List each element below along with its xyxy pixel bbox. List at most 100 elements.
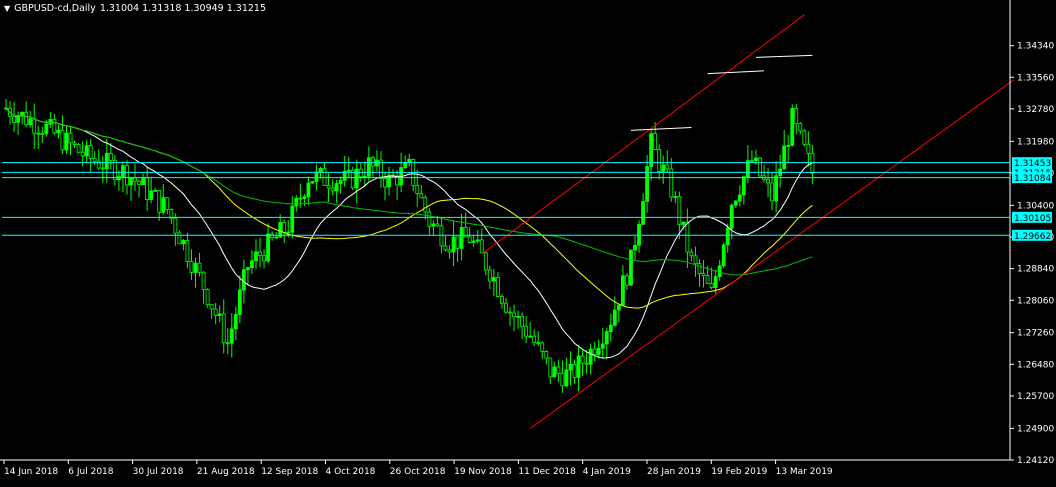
- candle-body: [181, 240, 186, 245]
- candle-body: [112, 160, 117, 181]
- x-tick-label: 14 Jun 2018: [4, 467, 58, 477]
- candle-body: [165, 197, 170, 210]
- candle-body: [24, 111, 29, 126]
- y-tick-label: 1.30400: [1017, 201, 1054, 211]
- candle-body: [419, 193, 424, 199]
- candle-body: [246, 267, 250, 271]
- candle-body: [306, 182, 311, 198]
- candle-body: [322, 168, 327, 186]
- y-tick-label: 1.33560: [1017, 73, 1054, 83]
- candle-body: [266, 233, 270, 262]
- candle-body: [403, 162, 408, 168]
- candle-body: [729, 204, 734, 229]
- candle-body: [350, 169, 355, 189]
- candle-body: [32, 118, 37, 134]
- candle-body: [76, 144, 81, 153]
- candle-body: [286, 231, 291, 234]
- candle-body: [72, 142, 77, 145]
- candle-body: [564, 369, 569, 387]
- candle-body: [427, 211, 432, 227]
- candle-body: [733, 200, 738, 206]
- candle-body: [447, 249, 452, 253]
- candle-body: [504, 302, 508, 313]
- candle-body: [68, 132, 73, 144]
- candle-body: [366, 157, 371, 177]
- candle-body: [451, 236, 456, 253]
- y-tick-label: 1.27260: [1017, 329, 1054, 339]
- candle-body: [459, 226, 464, 249]
- candle-body: [358, 168, 363, 178]
- y-tick-label: 1.31980: [1017, 137, 1054, 147]
- candle-body: [40, 133, 45, 135]
- candle-body: [213, 308, 218, 316]
- candle-body: [741, 176, 746, 196]
- candle-body: [209, 304, 214, 310]
- candle-body: [552, 366, 557, 378]
- candle-body: [149, 190, 154, 200]
- candle-body: [487, 269, 492, 282]
- price-chart[interactable]: 1.343401.335601.327801.319801.312001.304…: [0, 0, 1056, 483]
- chart-background: [0, 0, 1056, 483]
- x-tick-label: 26 Oct 2018: [390, 467, 446, 477]
- candle-body: [802, 130, 807, 145]
- chart-menu-icon[interactable]: ▼: [4, 3, 10, 15]
- x-tick-label: 28 Jan 2019: [647, 467, 701, 477]
- candle-body: [512, 312, 516, 318]
- candle-body: [141, 177, 145, 186]
- candle-body: [92, 158, 97, 162]
- x-tick-label: 19 Feb 2019: [711, 467, 767, 477]
- candle-body: [423, 197, 428, 213]
- ohlc-readout: 1.31004 1.31318 1.30949 1.31215: [99, 3, 267, 14]
- candle-body: [629, 249, 633, 286]
- y-tick-label: 1.28840: [1017, 265, 1054, 275]
- candle-body: [709, 283, 714, 288]
- candle-body: [221, 313, 226, 344]
- candle-body: [310, 181, 315, 184]
- y-tick-label: 1.24900: [1017, 424, 1054, 434]
- candle-body: [439, 225, 444, 247]
- candle-body: [600, 343, 605, 349]
- candle-body: [137, 180, 141, 186]
- candle-body: [560, 372, 565, 387]
- candle-body: [294, 197, 299, 207]
- candle-body: [173, 217, 178, 234]
- chart-area[interactable]: 1.343401.335601.327801.319801.312001.304…: [0, 0, 1056, 483]
- candle-body: [572, 363, 577, 378]
- candle-body: [205, 289, 210, 306]
- candle-body: [471, 240, 476, 243]
- candle-body: [770, 182, 774, 202]
- candle-body: [645, 166, 649, 202]
- candle-body: [314, 171, 319, 182]
- candle-body: [592, 348, 597, 356]
- candle-body: [782, 145, 787, 170]
- candle-body: [60, 129, 65, 151]
- candle-body: [758, 157, 762, 177]
- candle-body: [129, 177, 133, 186]
- candle-body: [157, 190, 162, 213]
- candle-body: [346, 169, 351, 172]
- candle-body: [540, 342, 545, 352]
- candle-body: [568, 363, 573, 371]
- candle-body: [197, 262, 202, 273]
- candle-body: [233, 314, 238, 330]
- candle-body: [649, 133, 654, 167]
- candle-body: [298, 197, 303, 200]
- level-label: 1.29662: [1014, 232, 1051, 242]
- y-tick-label: 1.28060: [1017, 296, 1054, 306]
- candle-body: [258, 251, 262, 256]
- candle-body: [491, 277, 496, 282]
- candle-body: [536, 342, 541, 344]
- candle-body: [334, 183, 339, 192]
- candle-body: [431, 223, 436, 227]
- candle-body: [616, 304, 621, 311]
- candle-body: [338, 180, 343, 185]
- candle-body: [633, 244, 637, 251]
- x-tick-label: 11 Dec 2018: [518, 467, 576, 477]
- candle-body: [318, 168, 323, 173]
- candle-body: [750, 160, 754, 163]
- candle-body: [467, 236, 472, 243]
- candle-body: [721, 244, 726, 267]
- candle-body: [193, 262, 198, 273]
- candle-body: [383, 178, 387, 188]
- y-tick-label: 1.24120: [1017, 456, 1054, 466]
